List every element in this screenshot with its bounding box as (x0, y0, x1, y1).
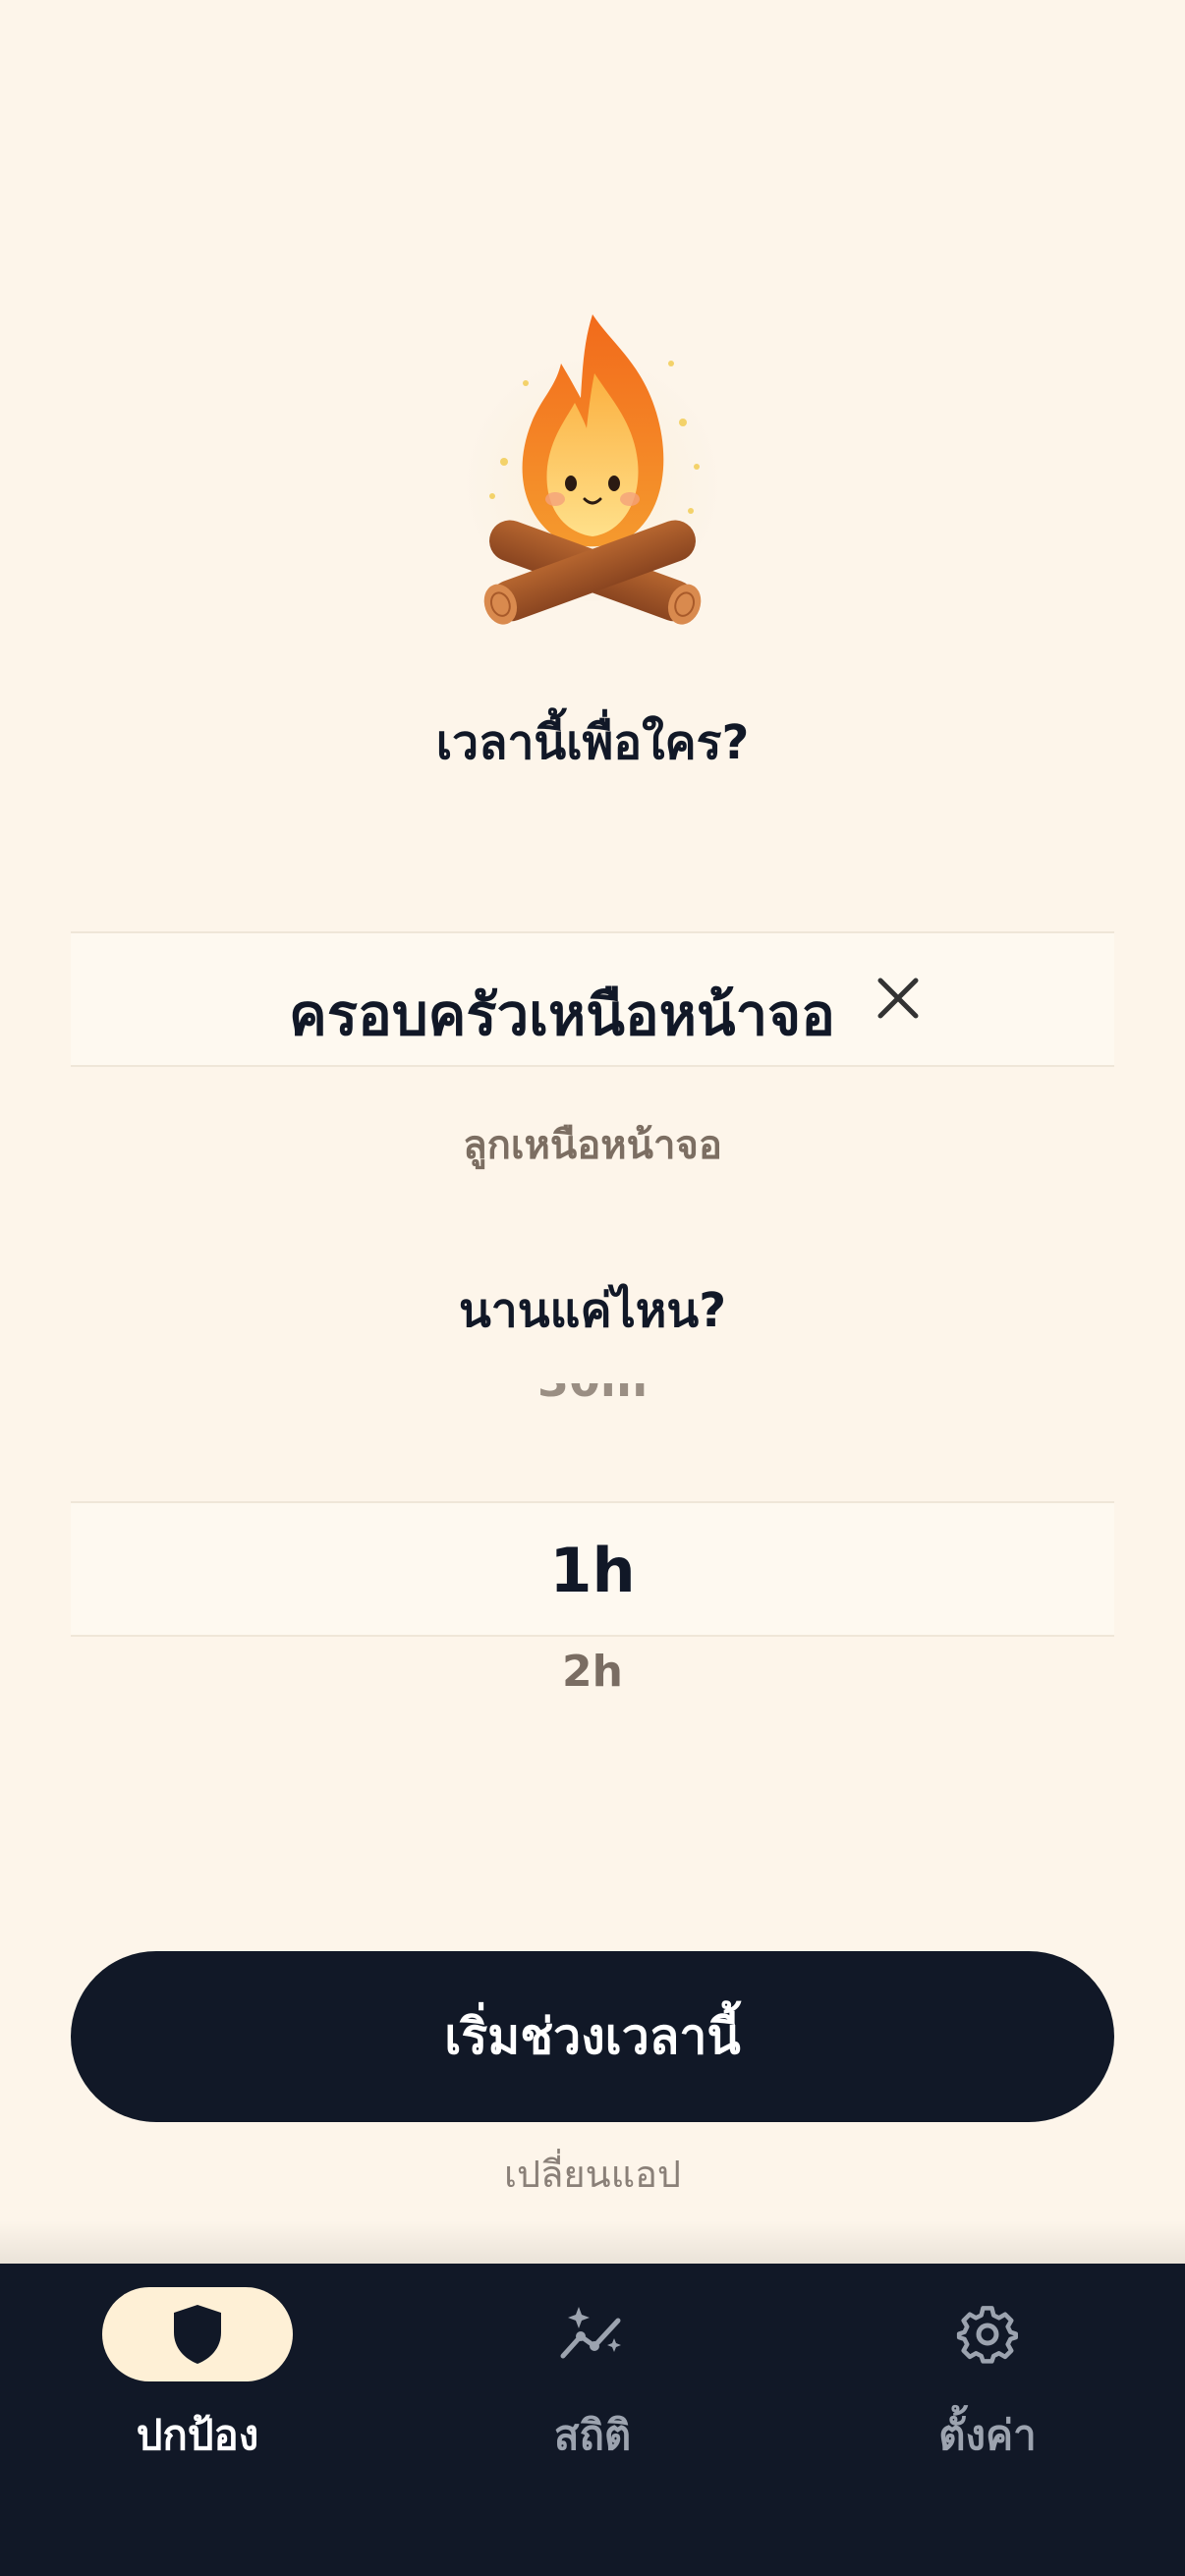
clear-selection-button[interactable] (863, 963, 933, 1034)
nav-shadow (0, 2220, 1185, 2266)
nav-label-protect: ปกป้อง (136, 2411, 259, 2459)
nav-label-stats: สถิติ (553, 2411, 632, 2459)
duration-picker-selected-row[interactable]: 1h (71, 1501, 1114, 1637)
gear-icon (948, 2295, 1027, 2374)
duration-previous-option[interactable]: 30m (0, 1383, 1185, 1415)
sparkle-chart-icon (553, 2295, 632, 2374)
change-app-link[interactable]: เปลี่ยนแอป (0, 2144, 1185, 2204)
question-duration-heading: นานแค่ไหน? (458, 1283, 727, 1338)
campfire-mascot-illustration (463, 314, 722, 625)
nav-label-settings: ตั้งค่า (938, 2411, 1037, 2459)
close-icon (877, 978, 919, 1019)
nav-item-stats[interactable]: สถิติ (395, 2287, 790, 2484)
duration-next-option[interactable]: 2h (0, 1647, 1185, 1697)
recipient-next-option[interactable]: ลูกเหนือหน้าจอ (0, 1113, 1185, 1176)
start-session-button[interactable]: เริ่มช่วงเวลานี้ (71, 1951, 1114, 2122)
shield-icon (158, 2295, 237, 2374)
duration-selected: 1h (549, 1535, 636, 1606)
nav-item-protect[interactable]: ปกป้อง (0, 2287, 395, 2484)
question-who-heading: เวลานี้เพื่อใคร? (435, 715, 750, 770)
recipient-picker-selected-row[interactable]: ครอบครัวเหนือหน้าจอ (71, 931, 1114, 1067)
bottom-navigation: ปกป้อง สถิติ ตั้งค่า (0, 2264, 1185, 2576)
duration-previous-label: 30m (537, 1383, 648, 1407)
nav-item-settings[interactable]: ตั้งค่า (790, 2287, 1185, 2484)
